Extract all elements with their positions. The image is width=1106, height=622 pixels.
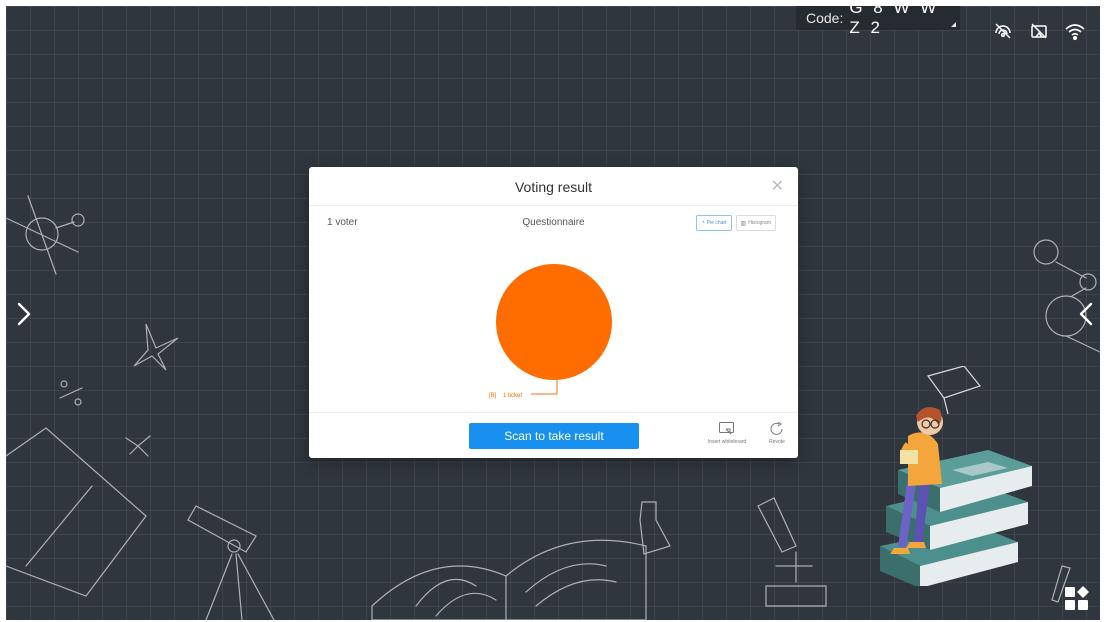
- dialog-title: Voting result: [514, 179, 593, 195]
- percent-doodle: [59, 380, 83, 406]
- chevron-right-icon[interactable]: [14, 302, 34, 326]
- telescope-doodle: [187, 505, 275, 620]
- cross-doodle: [125, 435, 151, 457]
- code-label: Code:: [806, 10, 844, 26]
- classroom-code: Code: G 8 W W Z 2: [796, 6, 960, 37]
- molecule-doodle-right: [1033, 239, 1100, 353]
- ruler-doodle: [6, 427, 147, 597]
- dialog-header: Voting result ✕: [309, 167, 798, 206]
- microscope-doodle: [757, 497, 827, 607]
- star-doodle: [133, 323, 179, 371]
- open-book-doodle: [371, 539, 647, 620]
- insert-whiteboard-label: Insert whiteboard: [707, 439, 747, 445]
- code-value: G 8 W W Z 2: [849, 6, 940, 37]
- graduation-cap: [927, 365, 982, 415]
- code-corner-mark: [951, 22, 956, 27]
- apps-grid-icon[interactable]: [1064, 586, 1090, 612]
- pie-chart: [B] 1 ticket: [489, 264, 612, 399]
- scan-to-take-result-button[interactable]: Scan to take result: [469, 423, 639, 449]
- wifi-icon[interactable]: [1064, 20, 1086, 42]
- molecule-doodle-left: [6, 195, 85, 275]
- slice-value-label: 1 ticket: [503, 393, 522, 399]
- chevron-left-icon[interactable]: [1076, 302, 1096, 326]
- close-icon[interactable]: ✕: [771, 176, 784, 196]
- tab-pie-chart-label: Pie chart: [706, 220, 727, 226]
- histogram-icon: ▥: [740, 220, 747, 227]
- pie-slice-0: [496, 264, 612, 380]
- revote-label: Revote: [769, 439, 785, 445]
- insert-whiteboard-icon: [719, 422, 734, 435]
- voting-result-dialog: Voting result ✕ 1 voter Questionnaire ◔ …: [309, 167, 798, 458]
- pie-chart-icon: ◔: [701, 220, 705, 226]
- pie-slices: [496, 264, 612, 380]
- student-illustration: [868, 365, 1038, 591]
- revote-icon: [770, 421, 783, 435]
- dialog-footer: Scan to take result Insert whiteboard Re…: [309, 412, 798, 459]
- revote-button[interactable]: Revote: [751, 421, 803, 445]
- status-bar: [992, 20, 1086, 42]
- screen-share-off-icon[interactable]: [992, 20, 1014, 42]
- screen-mirror-off-icon[interactable]: [1028, 20, 1050, 42]
- tab-histogram-label: Histogram: [748, 220, 771, 226]
- slice-label: [B]: [489, 393, 497, 399]
- insert-whiteboard-button[interactable]: Insert whiteboard: [701, 421, 753, 445]
